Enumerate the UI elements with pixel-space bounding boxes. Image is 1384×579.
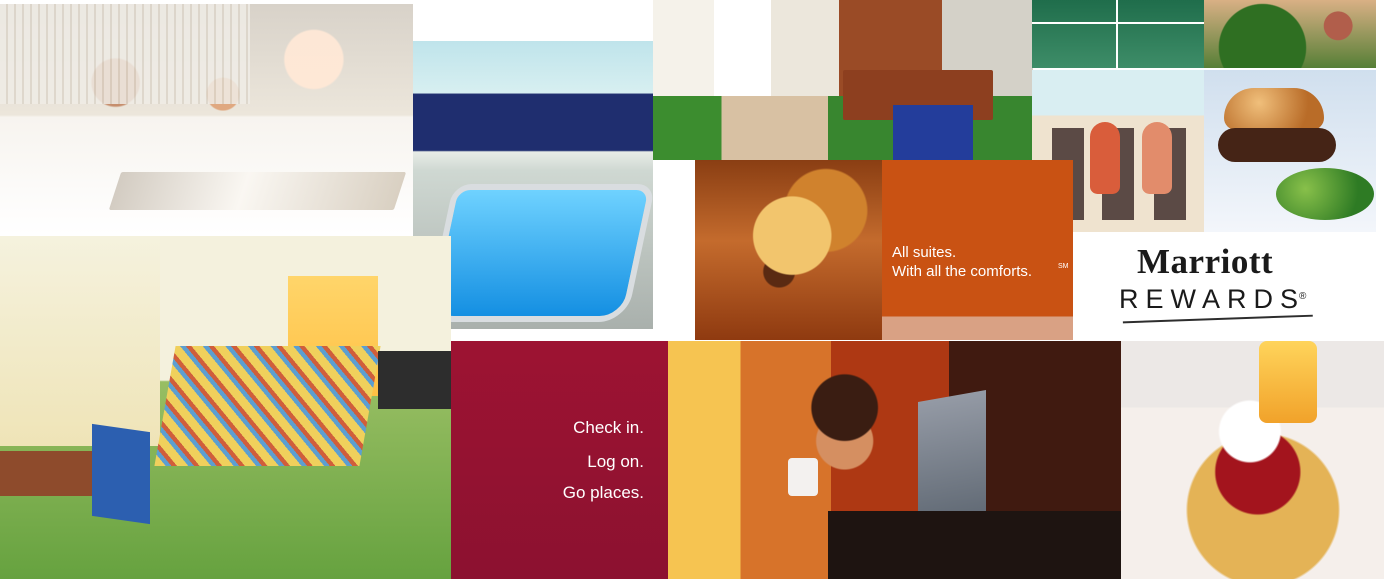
kitchen-dining-photo — [653, 0, 1033, 160]
burger-bun — [1224, 88, 1324, 130]
marriott-rewards-logo: Marriott REWARDS ® — [1073, 232, 1384, 341]
red-promo-line-1: Check in. — [573, 418, 644, 437]
coffee-mug — [788, 458, 818, 496]
waffle-breakfast-photo — [1121, 341, 1384, 579]
service-mark: SM — [1058, 263, 1069, 270]
desk — [828, 511, 1121, 579]
guest-room-photo — [0, 236, 451, 579]
dog-photo — [695, 160, 882, 340]
food-greens-photo — [1204, 0, 1376, 68]
promo-line-1: All suites. — [892, 244, 957, 261]
runner-left — [1090, 122, 1120, 194]
runner-right — [1142, 122, 1172, 194]
dining-chair — [893, 105, 973, 160]
logo-swash — [1122, 314, 1314, 334]
book — [108, 172, 407, 210]
room-bed — [154, 346, 381, 466]
registered-mark: ® — [1299, 291, 1307, 302]
burger-patty — [1218, 128, 1336, 162]
promo-line-2: With all the comforts. — [892, 263, 1033, 280]
orange-promo-panel: All suites. With all the comforts. SM — [882, 160, 1073, 340]
rewards-word: REWARDS — [1119, 284, 1306, 314]
laptop-user-photo — [668, 341, 1121, 579]
family-reading-photo — [0, 4, 413, 235]
tennis-court-photo — [1032, 0, 1204, 68]
window-background — [0, 4, 250, 104]
room-wall — [0, 236, 160, 446]
pool-water — [424, 184, 653, 322]
room-chair — [92, 423, 150, 525]
orange-juice-glass — [1259, 341, 1317, 423]
red-promo-line-2: Log on. — [587, 452, 644, 471]
red-promo-panel: Check in. Log on. Go places. — [451, 341, 668, 579]
hotel-collage: All suites. With all the comforts. SM Ma… — [0, 0, 1384, 579]
burger-photo — [1204, 70, 1376, 232]
lettuce — [1276, 168, 1374, 220]
marriott-brand-text: Marriott — [1137, 242, 1274, 281]
red-promo-line-3: Go places. — [562, 483, 644, 502]
television — [378, 351, 451, 409]
